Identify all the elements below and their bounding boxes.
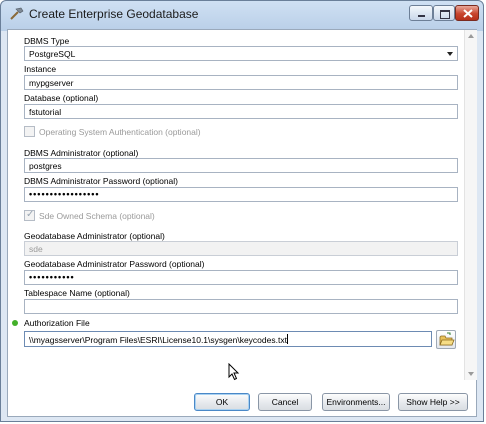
dbms-admin-password-input[interactable]: ••••••••••••••••• [24, 187, 458, 202]
minimize-button[interactable] [409, 5, 433, 21]
gdb-admin-input[interactable]: sde [24, 241, 458, 256]
instance-input[interactable]: mypgserver [24, 75, 458, 90]
required-indicator-icon [12, 320, 18, 326]
dbms-admin-password-label: DBMS Administrator Password (optional) [24, 176, 179, 186]
dbms-admin-password-value: ••••••••••••••••• [29, 189, 100, 199]
window-title: Create Enterprise Geodatabase [29, 7, 199, 21]
close-button[interactable] [455, 5, 479, 21]
gdb-admin-value: sde [29, 244, 43, 254]
dbms-type-label: DBMS Type [24, 36, 70, 46]
dbms-admin-label: DBMS Administrator (optional) [24, 148, 139, 158]
vertical-scrollbar[interactable] [464, 30, 477, 380]
os-auth-checkbox[interactable] [24, 126, 35, 137]
dbms-admin-value: postgres [29, 161, 62, 171]
tablespace-label: Tablespace Name (optional) [24, 288, 130, 298]
gdb-admin-password-value: ••••••••••• [29, 272, 75, 282]
scroll-up-icon[interactable] [468, 34, 474, 38]
maximize-icon [440, 10, 450, 19]
dialog-client-area: DBMS Type PostgreSQL Instance mypgserver… [7, 29, 477, 417]
checkmark-icon: ✓ [26, 209, 35, 220]
authorization-file-label: Authorization File [24, 318, 90, 328]
database-input[interactable]: fstutorial [24, 104, 458, 119]
button-bar: OK Cancel Environments... Show Help >> [8, 380, 476, 416]
ok-button[interactable]: OK [194, 393, 250, 411]
parameter-form: DBMS Type PostgreSQL Instance mypgserver… [8, 30, 464, 380]
close-icon [463, 9, 473, 18]
dbms-type-value: PostgreSQL [29, 49, 76, 59]
sde-owned-schema-checkbox[interactable]: ✓ [24, 209, 35, 221]
authorization-file-input[interactable]: \\myagsserver\Program Files\ESRI\License… [24, 331, 432, 347]
text-caret [286, 334, 288, 344]
minimize-icon [418, 15, 425, 17]
gdb-admin-password-label: Geodatabase Administrator Password (opti… [24, 259, 205, 269]
gdb-admin-password-input[interactable]: ••••••••••• [24, 270, 458, 285]
title-bar[interactable]: Create Enterprise Geodatabase [1, 1, 483, 27]
dialog-window: Create Enterprise Geodatabase DBMS Type … [0, 0, 484, 422]
dbms-type-select[interactable]: PostgreSQL [24, 46, 458, 61]
open-folder-icon [439, 332, 455, 346]
os-auth-label: Operating System Authentication (optiona… [39, 127, 201, 137]
hammer-icon [10, 7, 24, 20]
sde-owned-schema-label: Sde Owned Schema (optional) [39, 211, 155, 221]
authorization-file-value: \\myagsserver\Program Files\ESRI\License… [29, 335, 287, 345]
show-help-button[interactable]: Show Help >> [398, 393, 468, 411]
instance-label: Instance [24, 64, 57, 74]
dbms-admin-input[interactable]: postgres [24, 158, 458, 173]
database-value: fstutorial [29, 107, 62, 117]
scroll-down-icon[interactable] [468, 372, 474, 376]
environments-button[interactable]: Environments... [322, 393, 390, 411]
tablespace-input[interactable] [24, 299, 458, 314]
mouse-pointer-icon [228, 363, 240, 381]
chevron-down-icon[interactable] [447, 52, 453, 56]
database-label: Database (optional) [24, 93, 99, 103]
maximize-button[interactable] [433, 5, 455, 21]
gdb-admin-label: Geodatabase Administrator (optional) [24, 231, 165, 241]
browse-button[interactable] [436, 330, 456, 349]
instance-value: mypgserver [29, 78, 74, 88]
cancel-button[interactable]: Cancel [258, 393, 312, 411]
